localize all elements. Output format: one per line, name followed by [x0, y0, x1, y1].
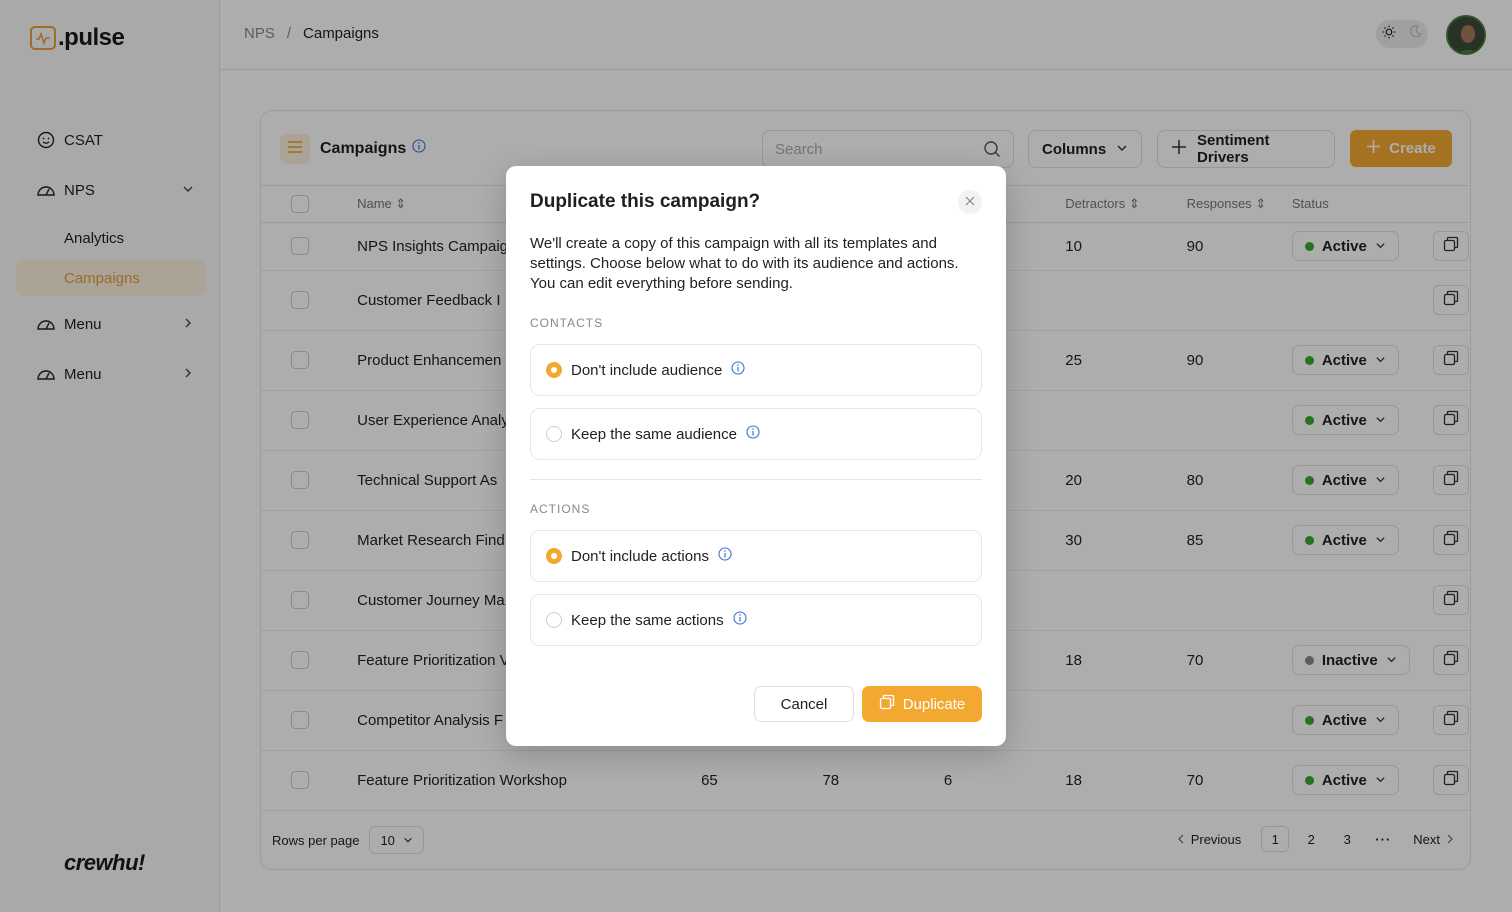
divider	[530, 479, 982, 480]
duplicate-button[interactable]: Duplicate	[862, 686, 982, 722]
info-icon[interactable]	[718, 547, 732, 565]
close-icon	[965, 193, 975, 211]
option-label: Keep the same audience	[571, 425, 737, 443]
dialog-title: Duplicate this campaign?	[530, 191, 761, 212]
copy-icon	[879, 694, 895, 714]
option-dont-include-audience[interactable]: Don't include audience	[530, 344, 982, 396]
contacts-section-label: CONTACTS	[530, 316, 604, 330]
radio-unselected[interactable]	[546, 426, 562, 442]
dialog-description: We'll create a copy of this campaign wit…	[530, 235, 959, 292]
option-keep-same-audience[interactable]: Keep the same audience	[530, 408, 982, 460]
actions-section-label: ACTIONS	[530, 502, 591, 516]
radio-selected[interactable]	[546, 362, 562, 378]
info-icon[interactable]	[731, 361, 745, 379]
info-icon[interactable]	[733, 611, 747, 629]
cancel-button[interactable]: Cancel	[754, 686, 854, 722]
duplicate-button-label: Duplicate	[902, 695, 966, 713]
duplicate-campaign-dialog: Duplicate this campaign? We'll create a …	[506, 166, 1006, 746]
option-label: Don't include actions	[571, 547, 709, 565]
option-keep-same-actions[interactable]: Keep the same actions	[530, 594, 982, 646]
radio-selected[interactable]	[546, 548, 562, 564]
close-button[interactable]	[958, 190, 982, 214]
option-label: Keep the same actions	[571, 611, 724, 629]
info-icon[interactable]	[746, 425, 760, 443]
option-dont-include-actions[interactable]: Don't include actions	[530, 530, 982, 582]
radio-unselected[interactable]	[546, 612, 562, 628]
option-label: Don't include audience	[571, 361, 723, 379]
